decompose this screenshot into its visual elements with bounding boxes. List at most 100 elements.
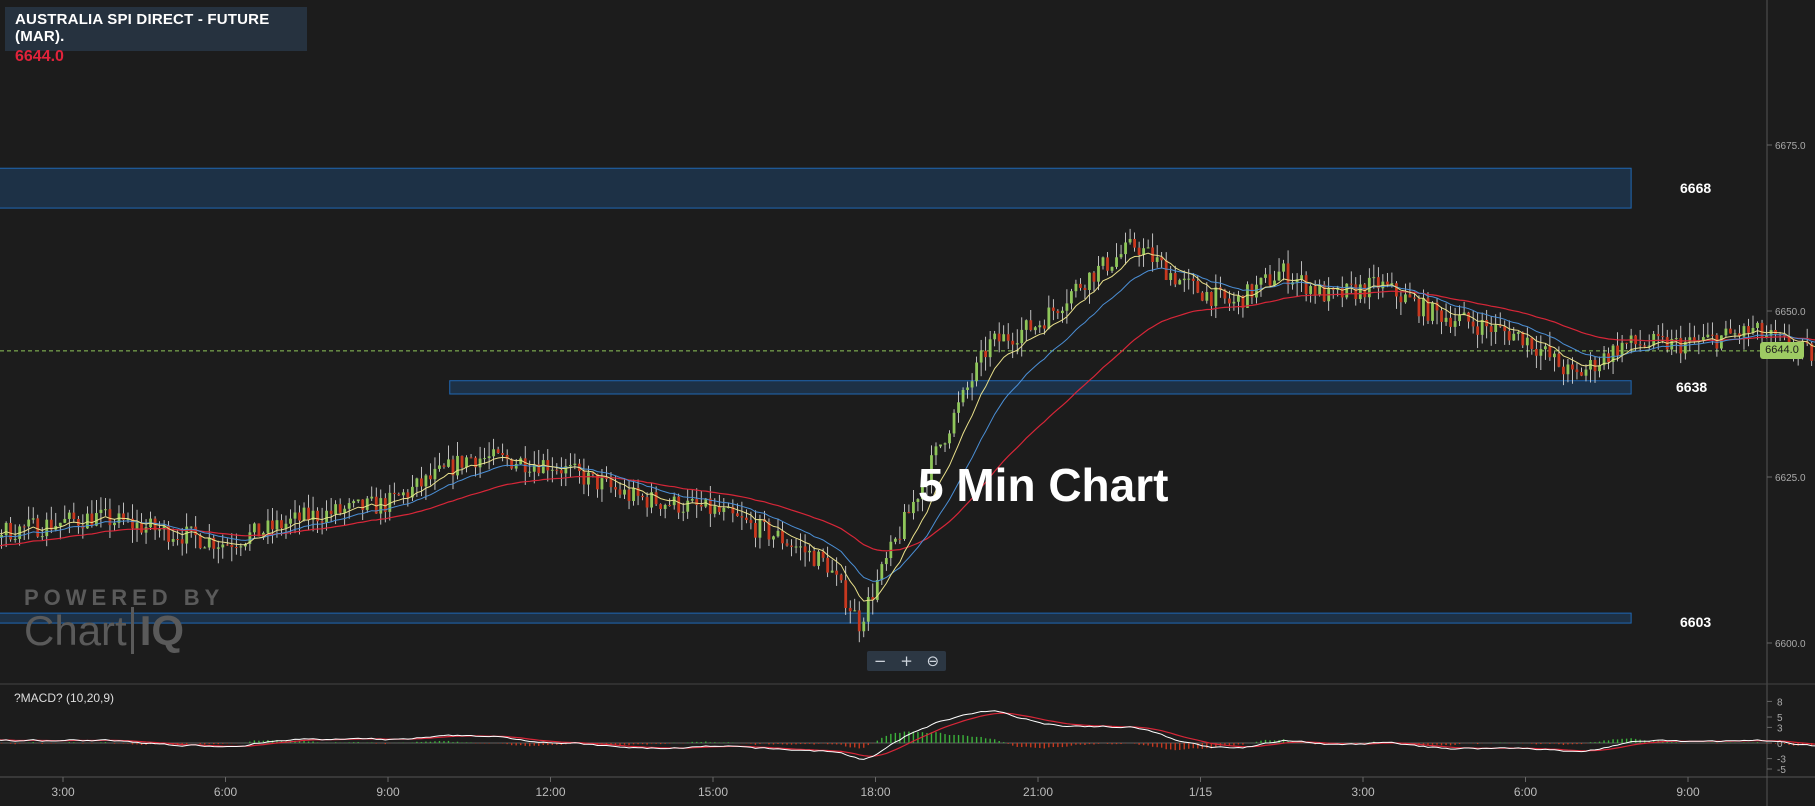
- candle-body: [772, 536, 775, 540]
- candle-body: [216, 547, 220, 549]
- candle-body: [957, 402, 960, 413]
- candle-body: [781, 530, 784, 544]
- macd-y-tick-label: 8: [1777, 697, 1783, 708]
- candle-body: [641, 495, 644, 498]
- candle-body: [415, 478, 419, 487]
- candle-body: [961, 389, 965, 403]
- candle-body: [280, 520, 283, 529]
- y-tick-label: 6675.0: [1775, 141, 1806, 152]
- candle-body: [1065, 303, 1069, 311]
- candle-body: [225, 544, 229, 546]
- candle-body: [600, 478, 604, 490]
- candle-body: [1237, 295, 1240, 302]
- candle-body: [1137, 247, 1141, 256]
- candle-body: [266, 520, 270, 533]
- candle-body: [740, 516, 744, 518]
- chart-canvas[interactable]: 6600.0 6625.0 6650.0 6675.0 3:00 6:00 9:00 12:0…: [0, 0, 1815, 806]
- candle-body: [176, 539, 180, 541]
- candle-body: [1562, 366, 1565, 375]
- candle-body: [835, 570, 839, 575]
- candle-body: [1286, 263, 1290, 285]
- candle-body: [221, 544, 225, 548]
- candle-body: [735, 513, 739, 517]
- candle-body: [442, 465, 446, 467]
- candle-body: [1277, 271, 1281, 281]
- candle-body: [1011, 340, 1015, 345]
- candle-body: [686, 500, 690, 512]
- zone-label-6638: 6638: [1676, 379, 1708, 395]
- candle-body: [40, 536, 44, 538]
- candle-body: [113, 522, 116, 526]
- candle-body: [1345, 283, 1349, 298]
- watermark-logo: Chart IQ: [24, 607, 224, 655]
- candle-body: [1390, 283, 1394, 285]
- candle-body: [1015, 343, 1019, 345]
- candle-body: [429, 475, 432, 480]
- candle-body: [365, 498, 369, 510]
- candle-body: [465, 457, 468, 468]
- zone-6603: [0, 612, 1632, 624]
- candle-body: [483, 458, 486, 460]
- candle-body: [1516, 332, 1520, 334]
- candle-body: [1444, 317, 1448, 322]
- candle-body: [627, 489, 631, 502]
- candle-body: [1169, 273, 1173, 281]
- candle-body: [1404, 294, 1407, 303]
- candle-body: [252, 523, 256, 533]
- candle-body: [1422, 298, 1425, 317]
- candle-body: [460, 455, 464, 468]
- candle-body: [1259, 277, 1263, 285]
- candle-body: [559, 470, 563, 474]
- zoom-reset-icon[interactable]: ⊖: [927, 651, 940, 671]
- candle-body: [722, 508, 726, 513]
- candle-body: [1173, 273, 1177, 285]
- candle-body: [754, 522, 757, 538]
- candle-body: [1453, 321, 1457, 327]
- candle-body: [424, 475, 428, 487]
- candle-body: [713, 506, 717, 514]
- candle-body: [1282, 263, 1285, 272]
- candle-body: [198, 535, 202, 549]
- candle-body: [203, 547, 207, 549]
- candle-body: [1182, 278, 1186, 281]
- candle-body: [659, 504, 663, 509]
- zoom-in-button[interactable]: +: [900, 651, 913, 671]
- candle-body: [1521, 332, 1525, 346]
- candle-body: [893, 538, 897, 542]
- candle-body: [36, 518, 40, 537]
- candle-body: [623, 489, 626, 495]
- candle-body: [1413, 297, 1416, 299]
- candle-body: [1079, 283, 1082, 288]
- candle-body: [1571, 364, 1574, 370]
- zone-label-6603: 6603: [1680, 614, 1712, 630]
- candle-body: [72, 512, 76, 519]
- macd-line: [0, 710, 1815, 760]
- candle-body: [1417, 298, 1421, 317]
- candle-body: [1146, 247, 1150, 249]
- candle-body: [1476, 326, 1480, 335]
- macd-y-tick-label: 5: [1777, 713, 1783, 724]
- candle-body: [794, 546, 798, 548]
- macd-y-tick-label: -3: [1777, 755, 1786, 766]
- candle-body: [1733, 333, 1737, 335]
- zoom-controls: − + ⊖: [867, 651, 946, 671]
- candle-body: [1133, 238, 1136, 248]
- candle-body: [1083, 287, 1087, 290]
- macd-study-label[interactable]: ?MACD? (10,20,9): [14, 691, 114, 705]
- candle-body: [401, 492, 405, 496]
- candle-body: [31, 518, 35, 520]
- zoom-out-button[interactable]: −: [874, 651, 887, 671]
- candle-body: [320, 521, 324, 523]
- candle-body: [654, 492, 658, 505]
- y-tick-label: 6650.0: [1775, 307, 1806, 318]
- candle-body: [1304, 275, 1308, 294]
- candle-body: [67, 512, 71, 519]
- candle-body: [1119, 254, 1123, 258]
- candle-body: [356, 499, 360, 502]
- candle-body: [677, 496, 681, 513]
- candle-body: [934, 446, 938, 456]
- x-tick-label: 9:00: [1676, 785, 1700, 799]
- candle-body: [302, 507, 306, 521]
- candle-body: [1128, 238, 1132, 243]
- candle-body: [681, 511, 685, 513]
